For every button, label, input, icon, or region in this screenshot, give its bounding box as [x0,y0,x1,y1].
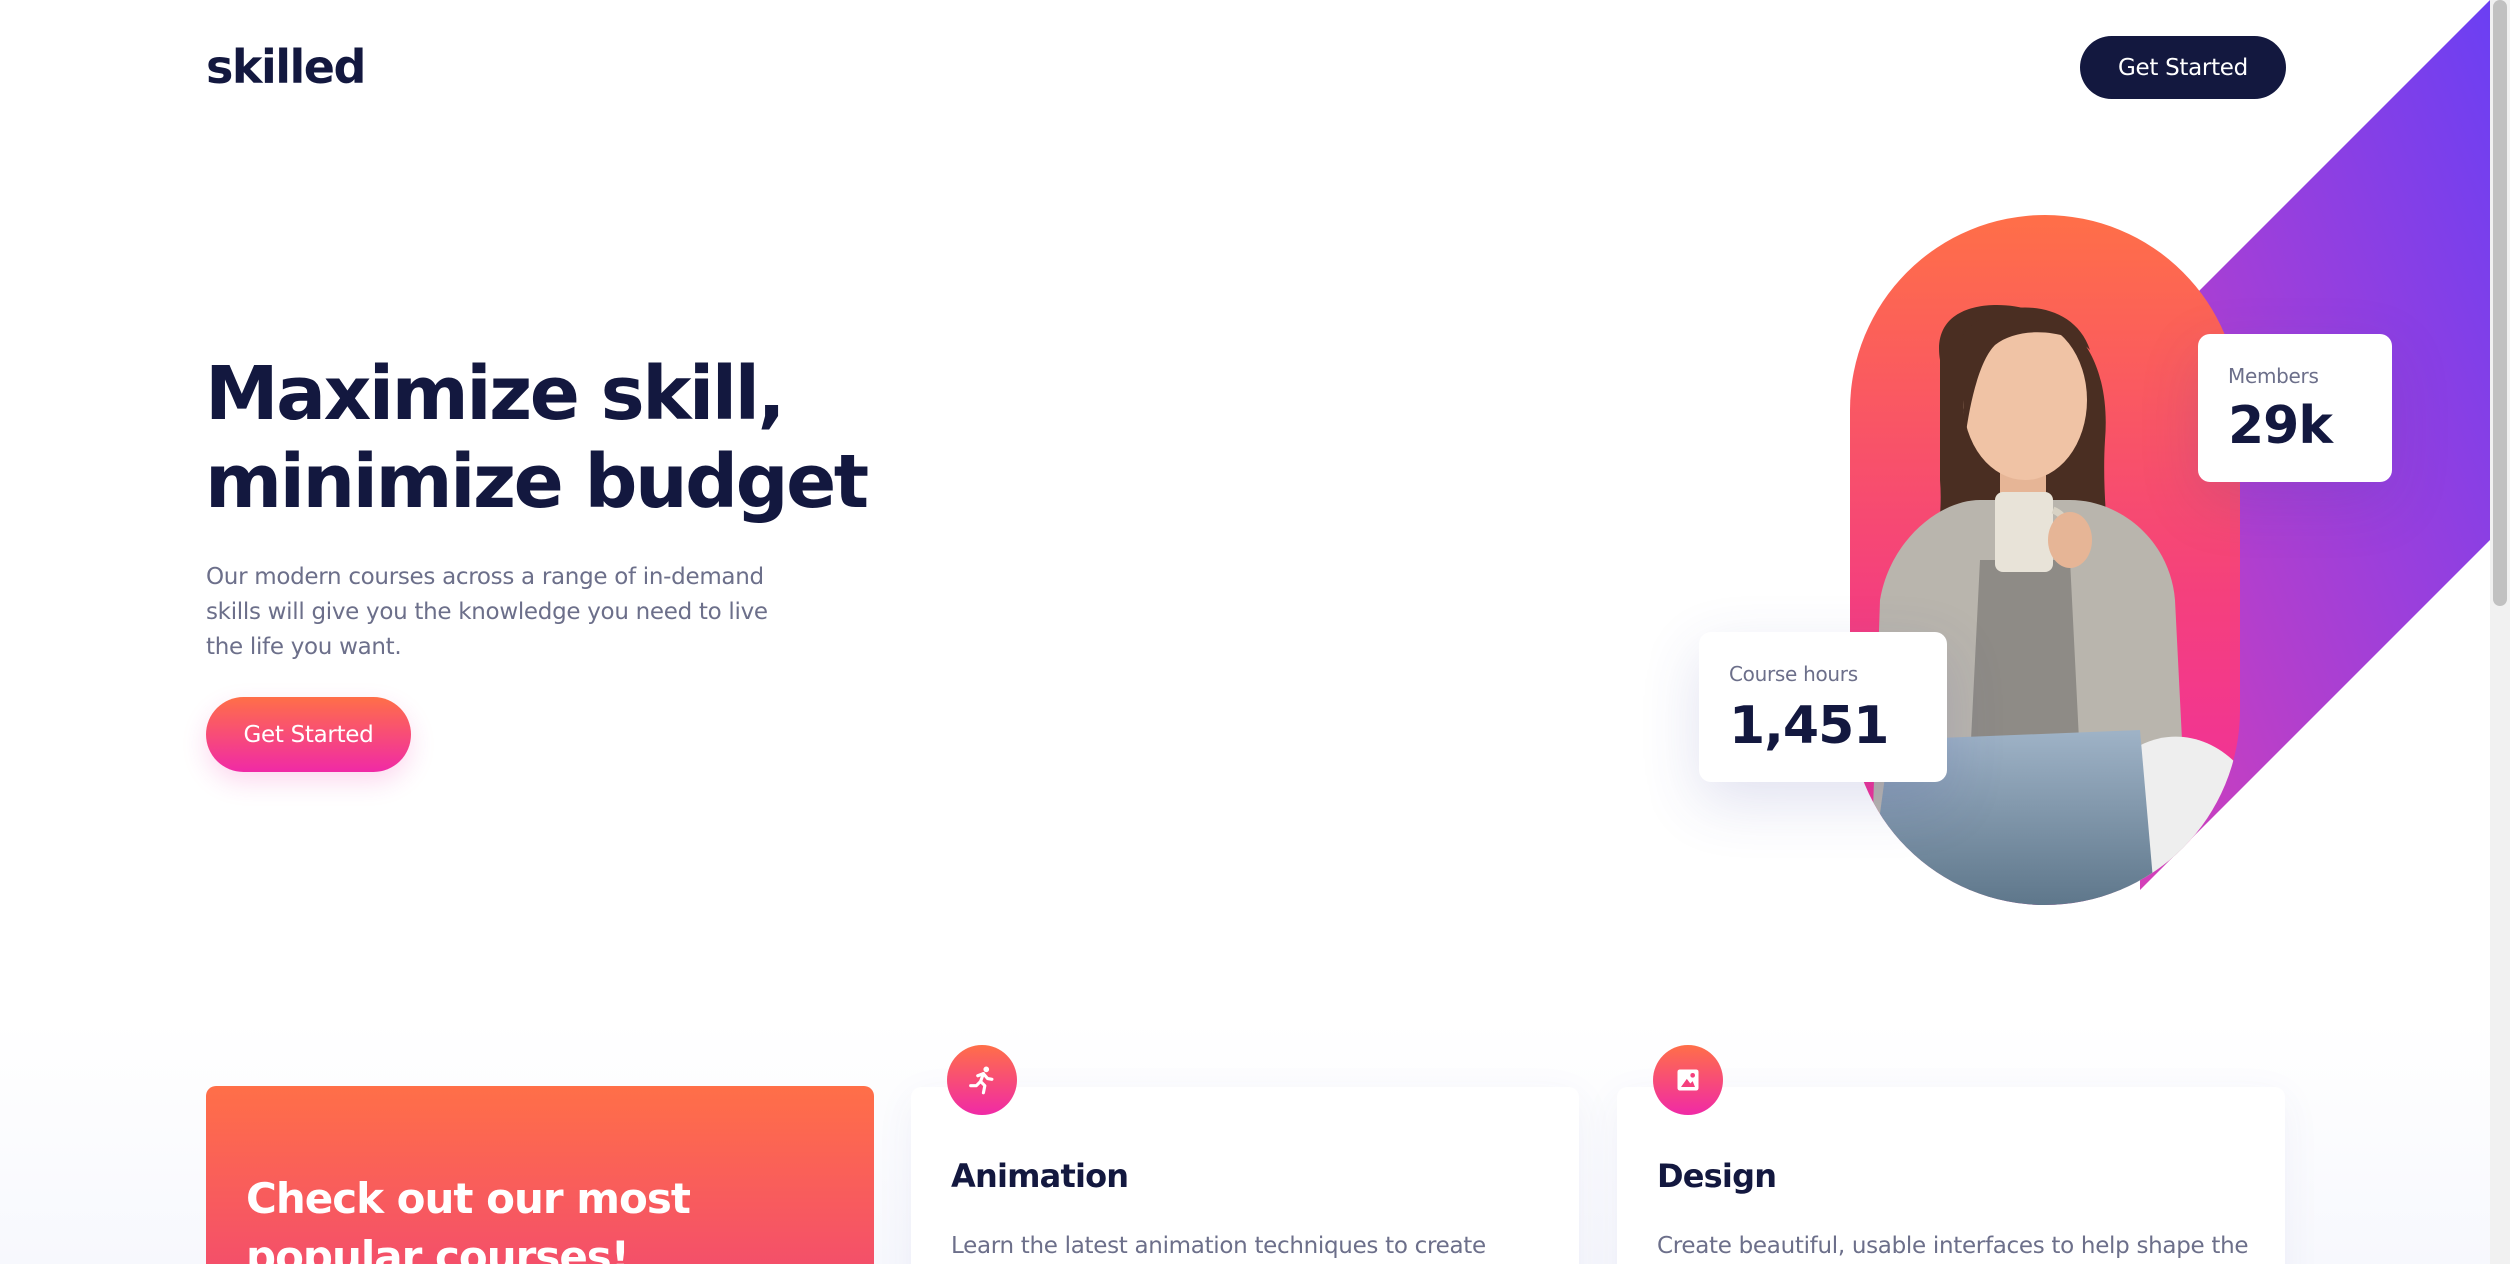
members-stat-card: Members 29k [2198,334,2392,482]
hero-title: Maximize skill, minimize budget [205,350,1005,526]
logo[interactable]: skilled [206,40,366,94]
course-card-design[interactable]: Design Create beautiful, usable interfac… [1617,1045,2285,1264]
page: skilled Get Started Maximize skill, mini… [0,0,2510,1264]
course-description: Create beautiful, usable interfaces to h… [1657,1233,2249,1259]
scrollbar-thumb[interactable] [2493,0,2507,606]
popular-courses-title: Check out our most popular courses! [246,1174,691,1264]
hero-description: Our modern courses across a range of in-… [206,564,768,660]
course-hours-label: Course hours [1729,662,1858,686]
running-person-icon [947,1045,1017,1115]
course-hours-stat-card: Course hours 1,451 [1699,632,1947,782]
popular-courses-card: Check out our most popular courses! [206,1086,874,1264]
course-card-animation[interactable]: Animation Learn the latest animation tec… [911,1045,1579,1264]
image-icon [1653,1045,1723,1115]
course-hours-value: 1,451 [1729,696,1889,756]
course-title: Design [1657,1157,1777,1195]
members-label: Members [2228,364,2319,388]
hero-title-line-2: minimize budget [205,439,869,525]
members-value: 29k [2228,396,2333,456]
hero-title-line-1: Maximize skill, [205,351,786,437]
hero-get-started-button[interactable]: Get Started [206,697,411,772]
course-title: Animation [951,1157,1129,1195]
course-description: Learn the latest animation techniques to… [951,1233,1486,1259]
